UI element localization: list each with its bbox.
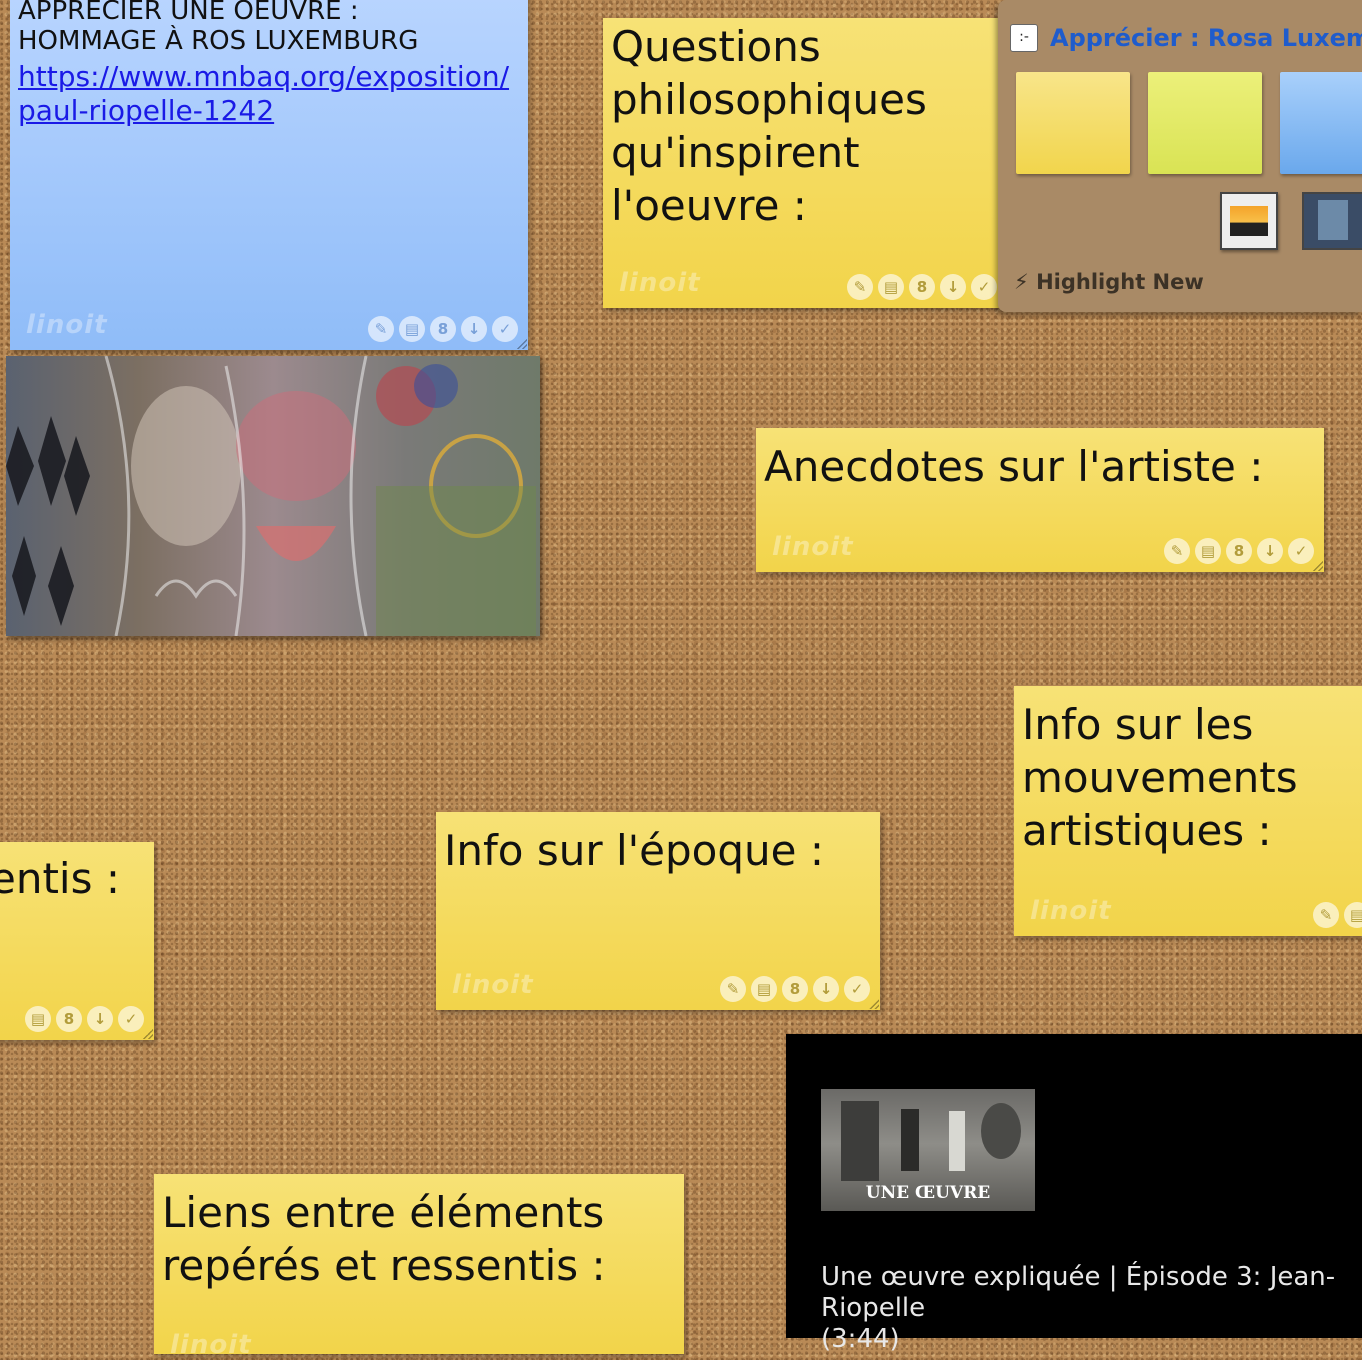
check-icon[interactable]: ✓ bbox=[971, 274, 997, 300]
lock-icon[interactable]: 8 bbox=[909, 274, 935, 300]
picture-icon[interactable] bbox=[1220, 192, 1278, 250]
sticky-note-hommage[interactable]: APPRÉCIER UNE OEUVRE : HOMMAGE À ROS LUX… bbox=[10, 0, 528, 350]
board-icon: :- bbox=[1010, 24, 1038, 52]
green-sticky-swatch[interactable] bbox=[1148, 72, 1262, 174]
sticky-note-mouvements[interactable]: Info sur les mouvements artistiques : li… bbox=[1014, 686, 1362, 936]
linoit-watermark: linoit bbox=[170, 1330, 252, 1360]
note-text: entis : bbox=[0, 854, 120, 903]
calendar-icon[interactable]: ▤ bbox=[399, 316, 425, 342]
artwork-photo[interactable] bbox=[6, 356, 540, 636]
note-text: Info sur l'époque : bbox=[444, 826, 824, 875]
calendar-icon[interactable]: ▤ bbox=[1344, 902, 1362, 928]
calendar-icon[interactable]: ▤ bbox=[751, 976, 777, 1002]
note-toolbar: ✎ ▤ bbox=[1313, 902, 1362, 928]
download-icon[interactable]: ↓ bbox=[87, 1006, 113, 1032]
highlight-label: Highlight New bbox=[1036, 270, 1204, 294]
yellow-sticky-swatch[interactable] bbox=[1016, 72, 1130, 174]
note-toolbar: ✎ ▤ 8 ↓ ✓ bbox=[720, 976, 870, 1002]
sticky-note-liens[interactable]: Liens entre éléments repérés et ressenti… bbox=[154, 1174, 684, 1360]
download-icon[interactable]: ↓ bbox=[940, 274, 966, 300]
note-text: Liens entre éléments repérés et ressenti… bbox=[162, 1188, 606, 1290]
note-toolbar: ✎ ▤ 8 ↓ ✓ bbox=[368, 316, 518, 342]
download-icon[interactable]: ↓ bbox=[461, 316, 487, 342]
note-toolbar: ✎ ▤ 8 ↓ ✓ bbox=[847, 274, 997, 300]
edit-icon[interactable]: ✎ bbox=[1164, 538, 1190, 564]
linoit-watermark: linoit bbox=[772, 532, 854, 562]
video-card[interactable]: UNE ŒUVRE Une œuvre expliquée | Épisode … bbox=[786, 1034, 1362, 1354]
bolt-icon: ⚡ bbox=[1014, 270, 1029, 294]
edit-icon[interactable]: ✎ bbox=[1313, 902, 1339, 928]
edit-icon[interactable]: ✎ bbox=[720, 976, 746, 1002]
linoit-watermark: linoit bbox=[1030, 896, 1112, 926]
sticky-note-anecdotes[interactable]: Anecdotes sur l'artiste : linoit ✎ ▤ 8 ↓… bbox=[756, 428, 1324, 572]
video-icon[interactable] bbox=[1302, 192, 1362, 250]
highlight-new-toggle[interactable]: ⚡ Highlight New bbox=[1014, 270, 1204, 294]
video-thumbnail[interactable]: UNE ŒUVRE bbox=[821, 1089, 1035, 1211]
sticky-note-questions[interactable]: Questions philosophiques qu'inspirent l'… bbox=[603, 18, 999, 308]
lock-icon[interactable]: 8 bbox=[56, 1006, 82, 1032]
check-icon[interactable]: ✓ bbox=[1288, 538, 1314, 564]
note-text: Anecdotes sur l'artiste : bbox=[764, 442, 1264, 491]
check-icon[interactable]: ✓ bbox=[118, 1006, 144, 1032]
calendar-icon[interactable]: ▤ bbox=[25, 1006, 51, 1032]
note-toolbar: ▤ 8 ↓ ✓ bbox=[25, 1006, 144, 1032]
edit-icon[interactable]: ✎ bbox=[368, 316, 394, 342]
sticky-note-epoque[interactable]: Info sur l'époque : linoit ✎ ▤ 8 ↓ ✓ bbox=[436, 812, 880, 1010]
video-title[interactable]: Une œuvre expliquée | Épisode 3: Jean- R… bbox=[821, 1262, 1362, 1355]
lock-icon[interactable]: 8 bbox=[1226, 538, 1252, 564]
resize-handle[interactable] bbox=[1313, 561, 1323, 571]
blue-sticky-swatch[interactable] bbox=[1280, 72, 1362, 174]
panel-header: :- Apprécier : Rosa Luxembo bbox=[1010, 24, 1362, 52]
resize-handle[interactable] bbox=[517, 339, 527, 349]
download-icon[interactable]: ↓ bbox=[1257, 538, 1283, 564]
thumbnail-caption: UNE ŒUVRE bbox=[865, 1183, 991, 1203]
lock-icon[interactable]: 8 bbox=[430, 316, 456, 342]
board-panel: :- Apprécier : Rosa Luxembo ⚡ Highlight … bbox=[998, 0, 1362, 312]
linoit-watermark: linoit bbox=[26, 310, 108, 340]
sticky-note-ressentis[interactable]: entis : ▤ 8 ↓ ✓ bbox=[0, 842, 154, 1040]
check-icon[interactable]: ✓ bbox=[844, 976, 870, 1002]
resize-handle[interactable] bbox=[869, 999, 879, 1009]
download-icon[interactable]: ↓ bbox=[813, 976, 839, 1002]
linoit-watermark: linoit bbox=[619, 268, 701, 298]
panel-title[interactable]: Apprécier : Rosa Luxembo bbox=[1050, 24, 1362, 52]
note-toolbar: ✎ ▤ 8 ↓ ✓ bbox=[1164, 538, 1314, 564]
check-icon[interactable]: ✓ bbox=[492, 316, 518, 342]
note-link[interactable]: https://www.mnbaq.org/exposition/ paul-r… bbox=[18, 60, 520, 128]
calendar-icon[interactable]: ▤ bbox=[1195, 538, 1221, 564]
edit-icon[interactable]: ✎ bbox=[847, 274, 873, 300]
note-text: Questions philosophiques qu'inspirent l'… bbox=[611, 22, 927, 230]
note-heading: APPRÉCIER UNE OEUVRE : HOMMAGE À ROS LUX… bbox=[18, 0, 419, 56]
lock-icon[interactable]: 8 bbox=[782, 976, 808, 1002]
resize-handle[interactable] bbox=[143, 1029, 153, 1039]
calendar-icon[interactable]: ▤ bbox=[878, 274, 904, 300]
artwork-image bbox=[6, 356, 540, 636]
note-text: Info sur les mouvements artistiques : bbox=[1022, 700, 1298, 855]
linoit-watermark: linoit bbox=[452, 970, 534, 1000]
